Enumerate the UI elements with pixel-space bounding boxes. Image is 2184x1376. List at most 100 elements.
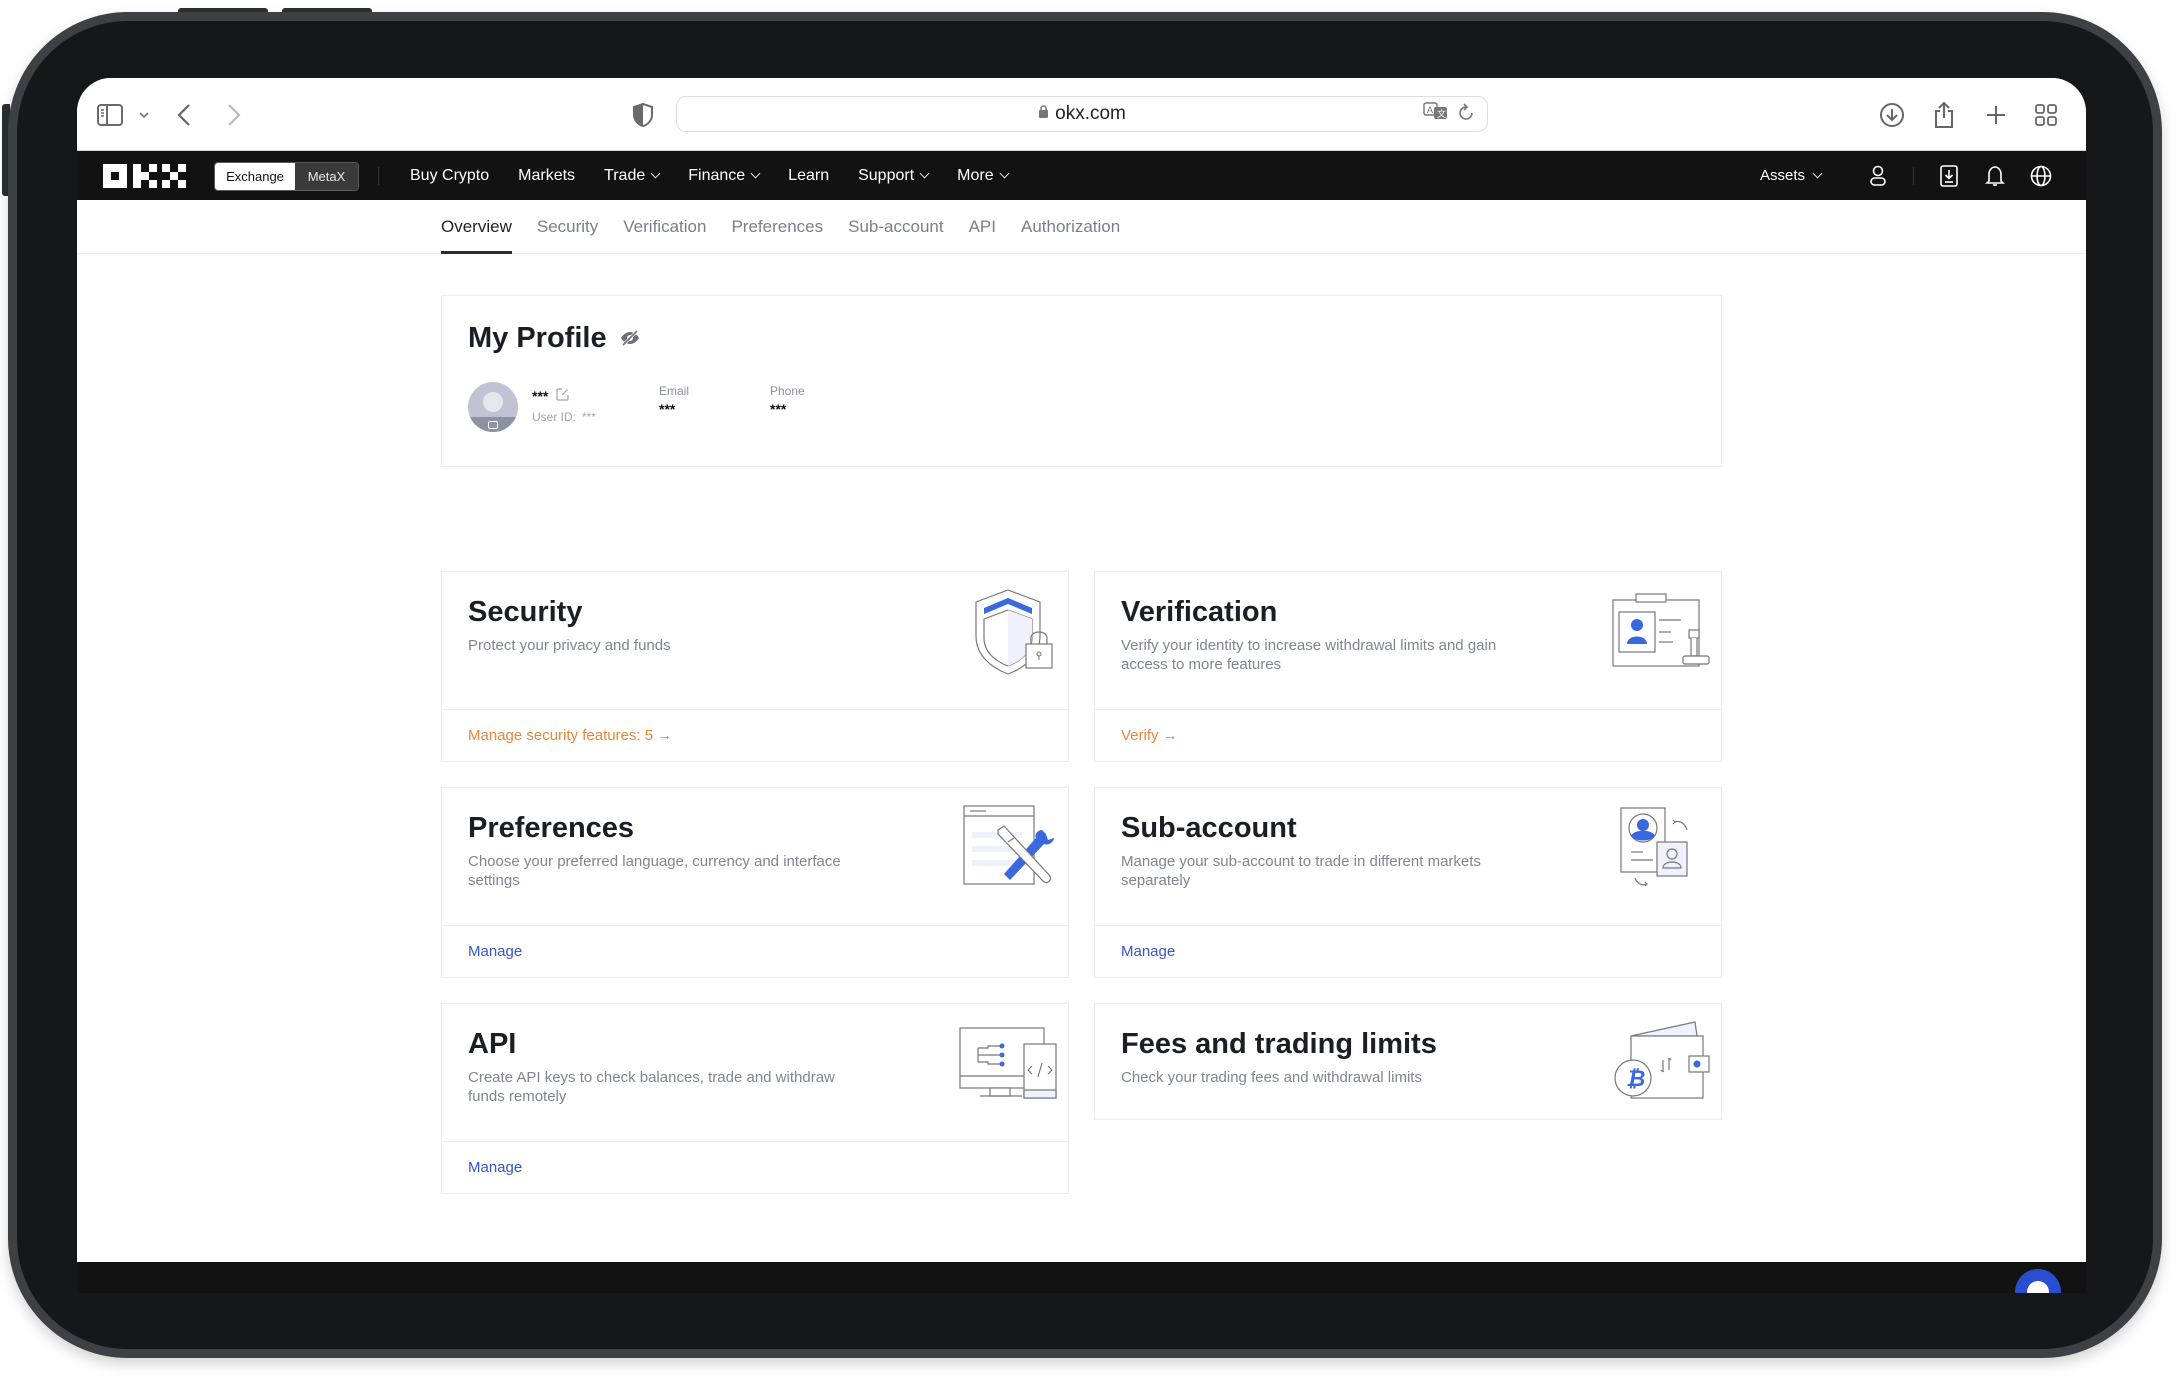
phone-label: Phone (770, 384, 805, 398)
security-card[interactable]: Security Protect your privacy and funds … (441, 571, 1069, 762)
chevron-down-icon (1812, 168, 1823, 179)
manage-preferences-link[interactable]: Manage (442, 925, 1068, 977)
metax-tab[interactable]: MetaX (295, 163, 358, 190)
phone-value: *** (770, 401, 787, 417)
account-tabs: Overview Security Verification Preferenc… (77, 200, 2086, 254)
fees-card[interactable]: Fees and trading limits Check your tradi… (1094, 1003, 1722, 1120)
support-chat-button[interactable] (2015, 1269, 2061, 1293)
nav-markets[interactable]: Markets (518, 167, 575, 185)
lock-icon (1038, 103, 1049, 125)
sub-account-illustration (1620, 807, 1688, 887)
svg-text:文: 文 (1437, 108, 1446, 119)
nav-label: Support (858, 166, 915, 184)
verify-link[interactable]: Verify → (1095, 709, 1721, 761)
nav-support[interactable]: Support (858, 166, 930, 185)
nav-finance[interactable]: Finance (688, 167, 761, 185)
main-nav: Buy Crypto Markets Trade Finance Learn S… (410, 151, 1010, 200)
back-icon[interactable] (169, 100, 199, 130)
divider (1913, 166, 1914, 185)
svg-text:₿: ₿ (1626, 1066, 1645, 1091)
api-illustration (959, 1027, 1057, 1099)
edit-icon[interactable] (556, 388, 569, 404)
api-card[interactable]: API Create API keys to check balances, t… (441, 1003, 1069, 1194)
card-title: Sub-account (1121, 812, 1297, 844)
manage-security-link[interactable]: Manage security features: 5 → (442, 709, 1068, 761)
nav-label: More (957, 166, 994, 184)
tab-authorization[interactable]: Authorization (1021, 200, 1120, 254)
page-title: My Profile (468, 322, 641, 355)
chevron-down-icon (650, 168, 661, 179)
user-id-value: *** (582, 410, 597, 424)
okx-logo[interactable] (103, 164, 186, 188)
verification-card[interactable]: Verification Verify your identity to inc… (1094, 571, 1722, 762)
translate-icon[interactable]: A文 (1423, 102, 1449, 127)
card-description: Check your trading fees and withdrawal l… (1121, 1069, 1422, 1086)
browser-toolbar: okx.com A文 (77, 78, 2086, 151)
id-card-illustration (1612, 593, 1710, 667)
svg-text:A: A (1427, 105, 1433, 115)
download-icon[interactable] (1877, 100, 1907, 130)
assets-menu[interactable]: Assets (1759, 167, 1823, 184)
globe-icon[interactable] (2018, 165, 2064, 187)
sidebar-icon[interactable] (95, 100, 125, 130)
tab-overview-icon[interactable] (2031, 100, 2061, 130)
user-id-label: User ID: (532, 410, 577, 424)
card-description: Choose your preferred language, currency… (468, 853, 841, 889)
address-bar[interactable]: okx.com A文 (676, 96, 1488, 132)
user-icon[interactable] (1855, 165, 1901, 187)
preferences-card[interactable]: Preferences Choose your preferred langua… (441, 787, 1069, 978)
divider (378, 167, 379, 185)
profile-title: My Profile (468, 322, 607, 354)
card-description: Manage your sub-account to trade in diff… (1121, 853, 1481, 889)
manage-sub-account-link[interactable]: Manage (1095, 925, 1721, 977)
card-description: Verify your identity to increase withdra… (1121, 637, 1497, 673)
tab-verification[interactable]: Verification (623, 200, 706, 254)
privacy-shield-icon[interactable] (628, 100, 658, 130)
email-label: Email (659, 384, 690, 398)
reload-icon[interactable] (1457, 102, 1475, 127)
nav-label: Buy Crypto (410, 166, 490, 184)
chevron-down-icon (999, 168, 1010, 179)
screen: okx.com A文 Exchange MetaX Buy Crypto Mar… (77, 78, 2086, 1293)
profile-card: My Profile *** User ID: *** Email *** Ph… (441, 295, 1722, 467)
profile-nickname: *** (532, 388, 569, 404)
sub-account-card[interactable]: Sub-account Manage your sub-account to t… (1094, 787, 1722, 978)
card-description: Protect your privacy and funds (468, 637, 671, 654)
email-value: *** (659, 401, 676, 417)
nav-learn[interactable]: Learn (788, 167, 829, 185)
download-app-icon[interactable] (1926, 164, 1972, 187)
exchange-tab[interactable]: Exchange (215, 163, 295, 190)
assets-label: Assets (1759, 167, 1805, 184)
nav-buy-crypto[interactable]: Buy Crypto (410, 167, 489, 185)
forward-icon[interactable] (219, 100, 249, 130)
eye-slash-icon[interactable] (619, 322, 641, 355)
url-text: okx.com (1055, 103, 1126, 124)
header-actions: Assets (1760, 151, 2064, 200)
nickname-value: *** (532, 388, 549, 404)
user-id: User ID: *** (532, 410, 596, 424)
chevron-down-icon (919, 168, 930, 179)
card-title: Fees and trading limits (1121, 1028, 1437, 1060)
card-description: Create API keys to check balances, trade… (468, 1069, 835, 1105)
avatar-head (483, 392, 503, 412)
tab-sub-account[interactable]: Sub-account (848, 200, 943, 254)
tab-preferences[interactable]: Preferences (731, 200, 823, 254)
nav-label: Markets (518, 166, 576, 184)
manage-api-link[interactable]: Manage (442, 1141, 1068, 1193)
chevron-down-icon[interactable] (129, 100, 159, 130)
avatar[interactable] (468, 382, 518, 432)
nav-more[interactable]: More (957, 166, 1010, 185)
platform-switch: Exchange MetaX (214, 162, 359, 191)
nav-label: Learn (788, 166, 830, 184)
tab-overview[interactable]: Overview (441, 200, 512, 254)
tab-api[interactable]: API (969, 200, 996, 254)
new-tab-icon[interactable] (1981, 100, 2011, 130)
card-title: Security (468, 596, 583, 628)
camera-icon (488, 421, 498, 429)
nav-trade[interactable]: Trade (604, 166, 661, 185)
tab-security[interactable]: Security (537, 200, 598, 254)
share-icon[interactable] (1929, 100, 1959, 130)
nav-label: Trade (604, 166, 646, 184)
wallet-bitcoin-illustration: ₿ (1614, 1021, 1710, 1099)
bell-icon[interactable] (1972, 165, 2018, 187)
